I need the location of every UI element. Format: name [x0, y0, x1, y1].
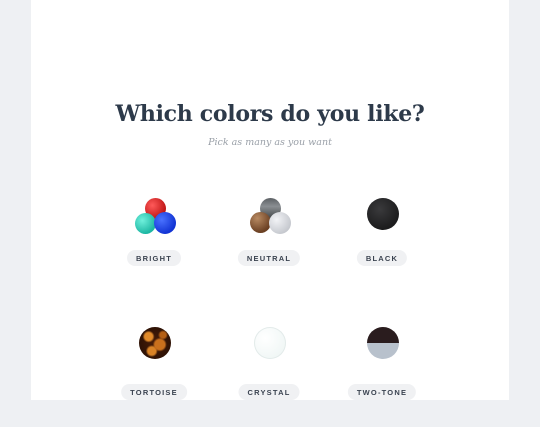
- bright-swatch-icon: [94, 193, 214, 243]
- neutral-swatch-icon: [209, 193, 329, 243]
- option-neutral[interactable]: NEUTRAL: [209, 193, 329, 293]
- two-tone-swatch-icon: [322, 327, 442, 377]
- option-label-tortoise: TORTOISE: [121, 384, 187, 400]
- option-label-two-tone: TWO-TONE: [347, 384, 417, 400]
- option-tortoise[interactable]: TORTOISE: [94, 327, 214, 427]
- question-subtitle: Pick as many as you want: [208, 137, 332, 148]
- option-label-bright: BRIGHT: [127, 250, 181, 266]
- option-label-black: BLACK: [356, 250, 408, 266]
- option-label-neutral: NEUTRAL: [237, 250, 301, 266]
- option-crystal[interactable]: CRYSTAL: [209, 327, 329, 427]
- question-title: Which colors do you like?: [115, 101, 425, 127]
- quiz-card: Which colors do you like? Pick as many a…: [31, 0, 509, 400]
- crystal-swatch-icon: [209, 327, 329, 377]
- option-label-crystal: CRYSTAL: [238, 384, 300, 400]
- option-black[interactable]: BLACK: [322, 193, 442, 293]
- black-swatch-icon: [322, 193, 442, 243]
- tortoise-swatch-icon: [94, 327, 214, 377]
- option-bright[interactable]: BRIGHT: [94, 193, 214, 293]
- option-two-tone[interactable]: TWO-TONE: [322, 327, 442, 427]
